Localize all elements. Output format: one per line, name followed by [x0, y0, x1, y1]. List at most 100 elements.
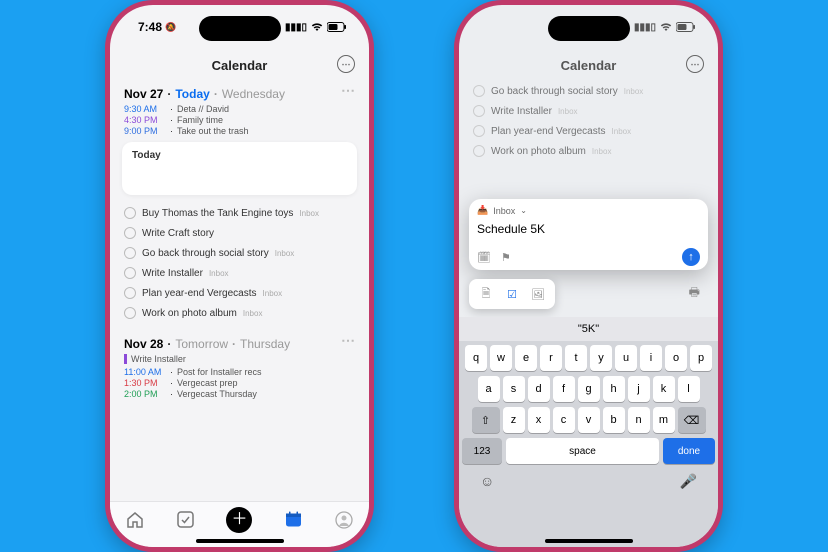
key-y[interactable]: y: [590, 345, 612, 371]
key-f[interactable]: f: [553, 376, 575, 402]
event-row[interactable]: 11:00 AM·Post for Installer recs: [124, 367, 355, 377]
checkbox-icon[interactable]: [124, 307, 136, 319]
main-scroll[interactable]: Nov 27· Today· Wednesday ⋯ 9:30 AM·Deta …: [110, 81, 369, 501]
key-row-3: ⇧ z x c v b n m ⌫: [462, 407, 715, 433]
checkbox-icon[interactable]: [124, 227, 136, 239]
event-row[interactable]: 1:30 PM·Vergecast prep: [124, 378, 355, 388]
printer-icon[interactable]: 🖶: [689, 283, 700, 304]
more-menu-icon[interactable]: ⋯: [686, 55, 704, 73]
date-more-icon[interactable]: ⋯: [341, 337, 355, 343]
key-c[interactable]: c: [553, 407, 575, 433]
date-header-today: Nov 27· Today· Wednesday ⋯: [124, 87, 355, 101]
event-time: 4:30 PM: [124, 115, 166, 125]
compose-input[interactable]: Schedule 5K: [477, 216, 700, 246]
task-title: Buy Thomas the Tank Engine toys: [142, 208, 293, 219]
date-tool-icon[interactable]: 🗓: [477, 251, 491, 264]
task-row[interactable]: Write InstallerInbox: [122, 263, 357, 283]
task-row[interactable]: Write InstallerInbox: [471, 101, 706, 121]
key-q[interactable]: q: [465, 345, 487, 371]
checkbox-icon[interactable]: [124, 267, 136, 279]
tab-calendar-icon[interactable]: [283, 510, 303, 530]
dynamic-island: [199, 16, 281, 41]
key-o[interactable]: o: [665, 345, 687, 371]
event-row[interactable]: 9:00 PM·Take out the trash: [124, 126, 355, 136]
checkbox-icon[interactable]: [124, 207, 136, 219]
checkbox-icon[interactable]: [473, 125, 485, 137]
main-body-right: Go back through social storyInbox Write …: [459, 81, 718, 547]
screen-left: 7:48 🔕 ▮▮▮▯ Calendar ⋯ Nov 27· Today· We…: [110, 5, 369, 547]
key-g[interactable]: g: [578, 376, 600, 402]
tab-profile-icon[interactable]: [334, 510, 354, 530]
app-header: Calendar ⋯: [459, 49, 718, 81]
type-switcher: 🗎 ☑ 🖼: [469, 279, 555, 309]
key-space[interactable]: space: [506, 438, 659, 464]
task-row[interactable]: Plan year-end VergecastsInbox: [471, 121, 706, 141]
key-done[interactable]: done: [663, 438, 715, 464]
tab-add-button[interactable]: ＋: [226, 507, 252, 533]
mic-icon[interactable]: 🎤: [680, 473, 697, 490]
key-i[interactable]: i: [640, 345, 662, 371]
home-indicator[interactable]: [545, 539, 633, 543]
key-b[interactable]: b: [603, 407, 625, 433]
emoji-icon[interactable]: ☺: [480, 473, 494, 490]
compose-list-selector[interactable]: 📥 Inbox ⌄: [477, 205, 700, 216]
key-shift[interactable]: ⇧: [472, 407, 500, 433]
checkbox-icon[interactable]: [473, 85, 485, 97]
event-row[interactable]: 9:30 AM·Deta // David: [124, 104, 355, 114]
flag-tool-icon[interactable]: ⚑: [501, 251, 511, 264]
checkbox-icon[interactable]: [473, 145, 485, 157]
keyboard: q w e r t y u i o p a s d f g h j k l: [459, 341, 718, 547]
task-type-icon[interactable]: ☑: [499, 284, 525, 304]
task-tag: Inbox: [612, 127, 632, 136]
key-v[interactable]: v: [578, 407, 600, 433]
task-row[interactable]: Work on photo albumInbox: [122, 303, 357, 323]
task-row[interactable]: Buy Thomas the Tank Engine toysInbox: [122, 203, 357, 223]
checkbox-icon[interactable]: [473, 105, 485, 117]
key-r[interactable]: r: [540, 345, 562, 371]
bg-task-list: Go back through social storyInbox Write …: [459, 81, 718, 161]
key-s[interactable]: s: [503, 376, 525, 402]
key-x[interactable]: x: [528, 407, 550, 433]
submit-button[interactable]: ↑: [682, 248, 700, 266]
home-indicator[interactable]: [196, 539, 284, 543]
key-j[interactable]: j: [628, 376, 650, 402]
task-row[interactable]: Plan year-end VergecastsInbox: [122, 283, 357, 303]
date-more-icon[interactable]: ⋯: [341, 87, 355, 93]
key-d[interactable]: d: [528, 376, 550, 402]
key-l[interactable]: l: [678, 376, 700, 402]
task-row[interactable]: Go back through social storyInbox: [471, 81, 706, 101]
key-k[interactable]: k: [653, 376, 675, 402]
key-n[interactable]: n: [628, 407, 650, 433]
event-row[interactable]: 2:00 PM·Vergecast Thursday: [124, 389, 355, 399]
key-w[interactable]: w: [490, 345, 512, 371]
key-t[interactable]: t: [565, 345, 587, 371]
key-u[interactable]: u: [615, 345, 637, 371]
date-weekday: Wednesday: [222, 87, 285, 101]
task-row[interactable]: Work on photo albumInbox: [471, 141, 706, 161]
checkbox-icon[interactable]: [124, 287, 136, 299]
note-type-icon[interactable]: 🗎: [473, 284, 499, 304]
task-row[interactable]: Write Craft story: [122, 223, 357, 243]
event-title: Family time: [177, 115, 223, 125]
allday-event[interactable]: Write Installer: [124, 354, 355, 364]
key-123[interactable]: 123: [462, 438, 502, 464]
signal-icon: ▮▮▮▯: [634, 22, 656, 33]
event-row[interactable]: 4:30 PM·Family time: [124, 115, 355, 125]
keyboard-suggestion-bar[interactable]: "5K": [459, 317, 718, 341]
key-m[interactable]: m: [653, 407, 675, 433]
key-e[interactable]: e: [515, 345, 537, 371]
key-h[interactable]: h: [603, 376, 625, 402]
checkbox-icon[interactable]: [124, 247, 136, 259]
task-row[interactable]: Go back through social storyInbox: [122, 243, 357, 263]
compose-list-label: Inbox: [493, 206, 515, 216]
key-backspace[interactable]: ⌫: [678, 407, 706, 433]
key-p[interactable]: p: [690, 345, 712, 371]
tab-home-icon[interactable]: [125, 510, 145, 530]
battery-icon: [327, 22, 347, 32]
event-type-icon[interactable]: 🖼: [525, 284, 551, 304]
quick-add-card[interactable]: Today: [122, 142, 357, 195]
more-menu-icon[interactable]: ⋯: [337, 55, 355, 73]
key-a[interactable]: a: [478, 376, 500, 402]
key-z[interactable]: z: [503, 407, 525, 433]
tab-tasks-icon[interactable]: [176, 510, 196, 530]
